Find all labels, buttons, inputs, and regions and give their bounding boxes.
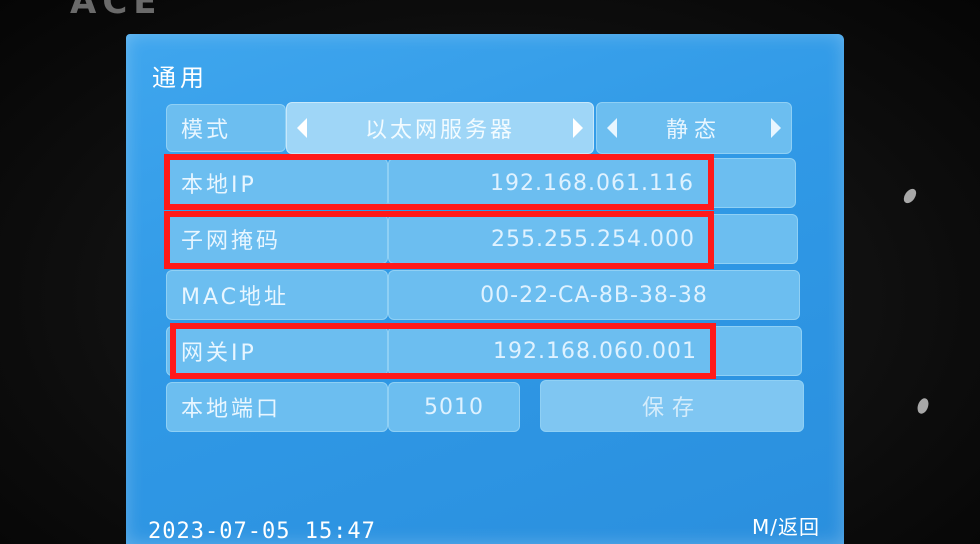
mac-address-field[interactable]: 00-22-CA-8B-38-38 (388, 270, 800, 320)
mode-next-arrow-icon[interactable] (572, 118, 583, 138)
local-ip-value: 192.168.061.116 (490, 170, 694, 196)
ip-type-prev-arrow-icon[interactable] (607, 118, 617, 138)
bezel-screw-top (901, 186, 919, 206)
local-port-label: 本地端口 (166, 382, 388, 432)
ip-type-value: 静态 (665, 118, 722, 143)
gateway-ip-value: 192.168.060.001 (493, 338, 697, 364)
bezel-screw-bottom (915, 396, 931, 416)
mac-address-label: MAC地址 (166, 270, 388, 320)
save-button-label: 保存 (641, 396, 702, 421)
gateway-ip-label: 网关IP (166, 326, 388, 376)
mac-address-value: 00-22-CA-8B-38-38 (480, 282, 708, 308)
lcd-screen: 通用 模式 以太网服务器 静态 本地IP 192.168.061.116 子网掩… (126, 34, 844, 544)
local-port-field[interactable]: 5010 (388, 382, 520, 432)
footer-datetime: 2023-07-05 15:47 (148, 519, 376, 544)
mode-label: 模式 (166, 104, 286, 152)
subnet-mask-field[interactable]: 255.255.254.000 (388, 214, 798, 264)
local-port-label-text: 本地端口 (181, 397, 282, 422)
local-port-value: 5010 (424, 394, 484, 420)
local-ip-label-text: 本地IP (181, 173, 257, 198)
page-title: 通用 (152, 64, 208, 92)
device-bezel: ACE 通用 模式 以太网服务器 静态 本地IP 192.168.061.116… (0, 0, 980, 544)
ip-type-select[interactable]: 静态 (596, 102, 792, 154)
mode-prev-arrow-icon[interactable] (297, 118, 307, 138)
back-button[interactable]: M/返回 (752, 511, 820, 540)
save-button[interactable]: 保存 (540, 380, 804, 432)
subnet-mask-label-text: 子网掩码 (181, 229, 282, 254)
ip-type-next-arrow-icon[interactable] (770, 118, 781, 138)
gateway-ip-field[interactable]: 192.168.060.001 (388, 326, 802, 376)
subnet-mask-value: 255.255.254.000 (491, 226, 695, 252)
mode-value: 以太网服务器 (364, 118, 515, 143)
mode-label-text: 模式 (181, 118, 232, 143)
mode-select[interactable]: 以太网服务器 (286, 102, 594, 154)
bezel-logo: ACE (70, 0, 163, 22)
local-ip-field[interactable]: 192.168.061.116 (388, 158, 796, 208)
mac-address-label-text: MAC地址 (181, 285, 290, 310)
local-ip-label: 本地IP (166, 158, 388, 208)
subnet-mask-label: 子网掩码 (166, 214, 388, 264)
gateway-ip-label-text: 网关IP (181, 341, 257, 366)
